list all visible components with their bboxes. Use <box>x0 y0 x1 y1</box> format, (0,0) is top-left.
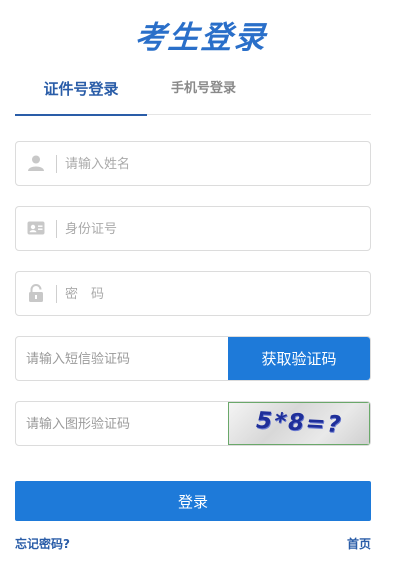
sms-code-input[interactable] <box>26 345 226 373</box>
field-separator <box>56 220 57 238</box>
forgot-password-link[interactable]: 忘记密码? <box>15 535 70 552</box>
password-input[interactable] <box>65 280 355 308</box>
id-number-input[interactable] <box>65 215 355 243</box>
captcha-image[interactable]: 5*8=? <box>228 402 370 445</box>
sms-code-field: 获取验证码 <box>15 336 371 381</box>
login-tabs: 证件号登录 手机号登录 <box>15 72 371 116</box>
name-input[interactable] <box>65 150 355 178</box>
password-field <box>15 271 371 316</box>
tab-id-login[interactable]: 证件号登录 <box>15 72 147 116</box>
captcha-field: 5*8=? <box>15 401 371 446</box>
lock-icon <box>27 284 45 302</box>
login-button[interactable]: 登录 <box>15 481 371 521</box>
tab-phone-login[interactable]: 手机号登录 <box>171 72 251 115</box>
page-title: 考生登录 <box>133 20 269 56</box>
id-card-icon <box>27 219 45 237</box>
field-separator <box>56 155 57 173</box>
home-link[interactable]: 首页 <box>347 535 371 552</box>
field-separator <box>56 285 57 303</box>
get-sms-code-button[interactable]: 获取验证码 <box>228 337 370 380</box>
captcha-input[interactable] <box>26 410 226 438</box>
user-icon <box>27 154 45 172</box>
name-field <box>15 141 371 186</box>
captcha-text: 5*8=? <box>252 407 346 439</box>
id-number-field <box>15 206 371 251</box>
